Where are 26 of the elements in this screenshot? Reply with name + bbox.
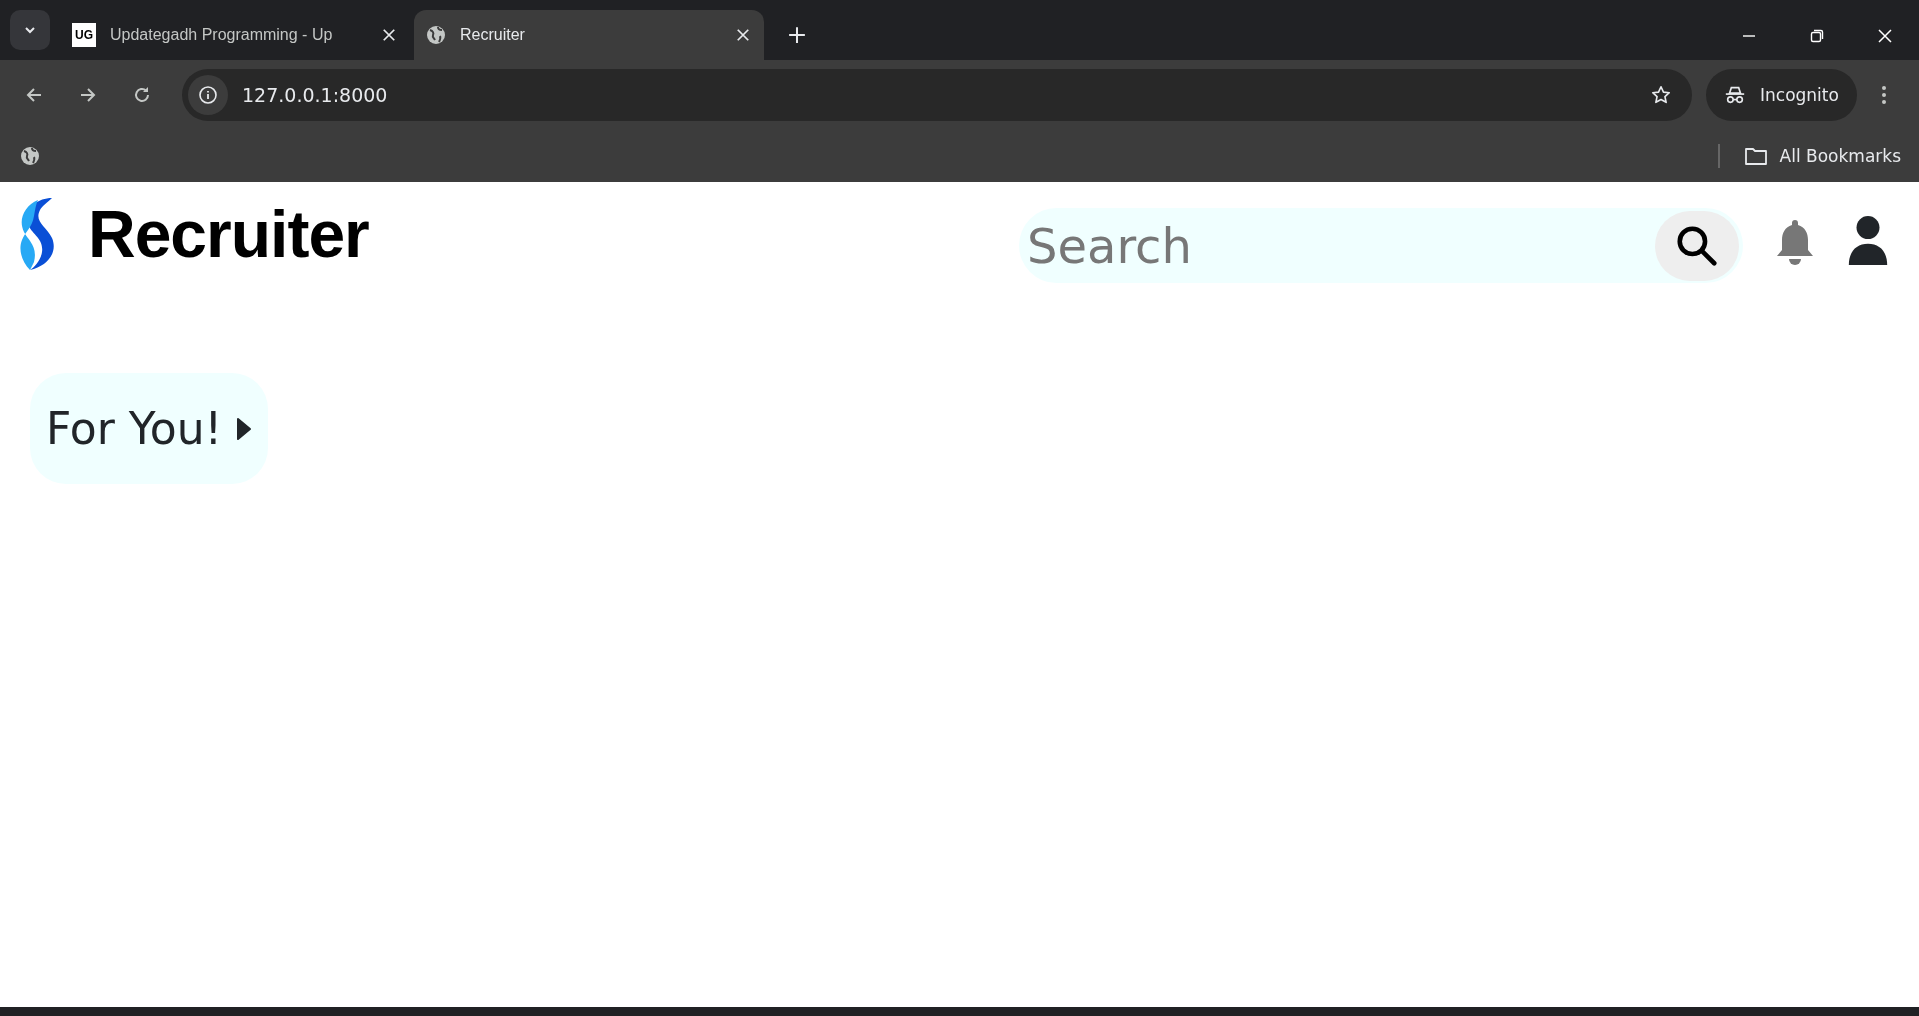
restore-icon[interactable] bbox=[1809, 28, 1825, 44]
menu-icon[interactable] bbox=[1880, 85, 1887, 105]
caret-icon bbox=[236, 416, 253, 441]
url-text: 127.0.0.1:8000 bbox=[242, 84, 388, 106]
close-icon[interactable] bbox=[736, 28, 750, 42]
for-you-button[interactable]: For You! bbox=[30, 373, 269, 484]
logo-text[interactable]: Recruiter bbox=[88, 196, 369, 272]
close-icon[interactable] bbox=[382, 28, 396, 42]
incognito-icon bbox=[1724, 84, 1746, 106]
browser-tab[interactable]: UG Updategadh Programming - Up bbox=[60, 10, 410, 60]
reload-icon[interactable] bbox=[132, 85, 152, 105]
globe-icon bbox=[426, 25, 446, 45]
new-tab-icon[interactable] bbox=[788, 26, 806, 44]
folder-icon bbox=[1743, 146, 1768, 166]
all-bookmarks-button[interactable]: All Bookmarks bbox=[1743, 146, 1901, 166]
browser-tab[interactable]: Recruiter bbox=[414, 10, 764, 60]
search-field[interactable]: Search bbox=[1025, 216, 1655, 275]
incognito-button[interactable]: Incognito bbox=[1706, 69, 1857, 121]
search-button[interactable] bbox=[1655, 210, 1739, 281]
star-icon[interactable] bbox=[1650, 84, 1672, 106]
globe-icon[interactable] bbox=[20, 146, 40, 166]
site-logo-icon: UG bbox=[72, 23, 96, 47]
bell-icon[interactable] bbox=[1775, 218, 1815, 266]
address-bar[interactable]: 127.0.0.1:8000 bbox=[182, 69, 1692, 121]
info-icon[interactable] bbox=[198, 85, 218, 105]
search-bar[interactable]: Search bbox=[1019, 208, 1743, 283]
